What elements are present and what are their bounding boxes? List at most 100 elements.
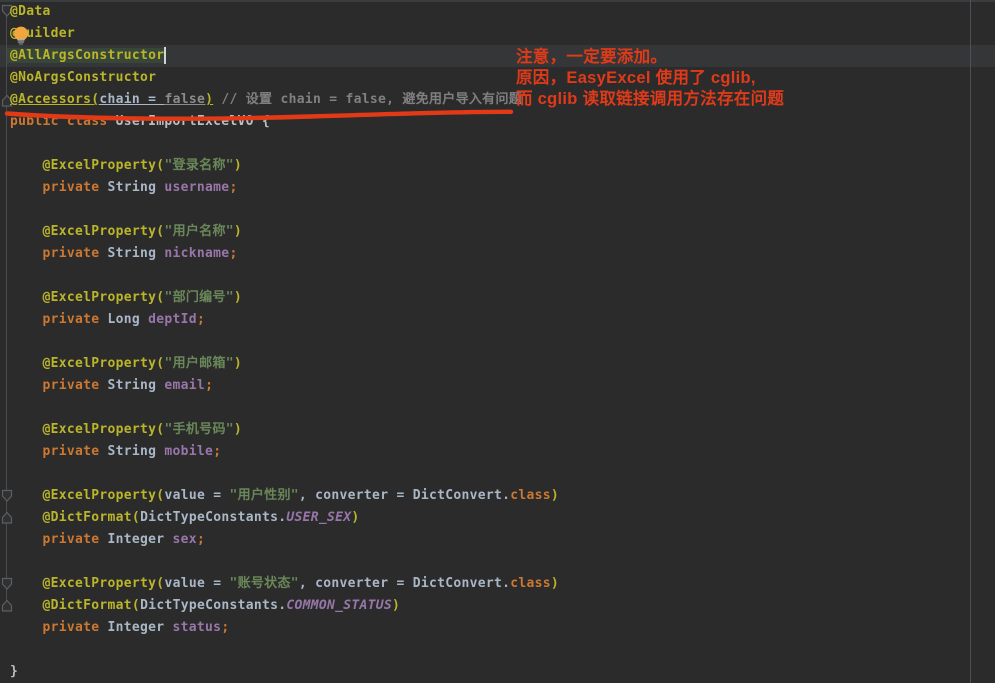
code-line[interactable] [10,331,995,353]
code-token: @NoArgsConstructor [10,70,156,85]
code-token: private [10,532,108,547]
code-token: "部门编号" [164,290,233,305]
code-token: @ExcelProperty [43,356,157,371]
code-token: UserImportExcelVO { [116,114,270,129]
code-line[interactable] [10,133,995,155]
code-token: , converter = DictConvert. [299,576,510,591]
code-token [10,598,43,613]
code-token: ; [229,246,237,261]
code-line[interactable] [10,551,995,573]
code-token: USER_SEX [286,510,351,525]
code-line[interactable]: private String email; [10,375,995,397]
code-line[interactable] [10,199,995,221]
code-token [10,224,43,239]
code-line[interactable]: private String nickname; [10,243,995,265]
code-line[interactable]: @DictFormat(DictTypeConstants.COMMON_STA… [10,595,995,617]
code-token: // 设置 chain = false, 避免用户导入有问题 [221,92,522,107]
code-token: ) [234,356,242,371]
code-token: @Accessors [10,92,91,107]
code-token: COMMON_STATUS [286,598,392,613]
code-token: class [510,576,551,591]
code-token: @DictFormat [43,598,132,613]
code-line[interactable]: @ExcelProperty("部门编号") [10,287,995,309]
code-token: } [10,664,18,679]
code-editor[interactable]: @Data @Builder@AllArgsConstructor @NoArgsC… [0,0,995,683]
code-lines[interactable]: @Data @Builder@AllArgsConstructor @NoArgsC… [10,1,995,683]
code-token: "登录名称" [164,158,233,173]
code-token: ; [221,620,229,635]
code-token: ; [229,180,237,195]
code-token: @ExcelProperty [43,576,157,591]
code-line[interactable]: @ExcelProperty("用户邮箱") [10,353,995,375]
code-token: mobile [164,444,213,459]
code-token [10,356,43,371]
code-token: ) [551,576,559,591]
code-token: "用户性别" [229,488,298,503]
code-line[interactable]: @AllArgsConstructor [10,45,995,67]
code-token [10,158,43,173]
code-line[interactable]: private String username; [10,177,995,199]
code-token: @ExcelProperty [43,158,157,173]
code-token: ) [234,290,242,305]
code-token: ) [234,158,242,173]
code-token: private [10,180,108,195]
code-token: class [510,488,551,503]
code-token: private [10,378,108,393]
code-token: ) [234,422,242,437]
code-token: String [108,444,165,459]
code-line[interactable]: private String mobile; [10,441,995,463]
code-token: String [108,378,165,393]
code-token [10,488,43,503]
code-token: "手机号码" [164,422,233,437]
code-token: email [164,378,205,393]
annotation-note-line: 注意，一定要添加。 [516,47,784,68]
annotation-note-line: 而 cglib 读取链接调用方法存在问题 [516,89,784,110]
code-token: ) [551,488,559,503]
code-line[interactable]: @Accessors(chain = false) // 设置 chain = … [10,89,995,111]
text-caret [164,47,166,64]
code-line[interactable]: private Integer sex; [10,529,995,551]
code-token: ; [205,378,213,393]
code-token: String [108,180,165,195]
code-line[interactable]: @ExcelProperty(value = "用户性别", converter… [10,485,995,507]
intention-lightbulb-icon[interactable] [13,26,29,49]
code-token: ) [205,92,213,107]
code-token: @ExcelProperty [43,422,157,437]
code-token: String [108,246,165,261]
code-token: sex [173,532,197,547]
code-token: ; [197,532,205,547]
code-line[interactable]: @ExcelProperty("手机号码") [10,419,995,441]
code-token: chain = [99,92,164,107]
code-token: username [164,180,229,195]
editor-gutter[interactable] [0,0,10,683]
code-line[interactable]: @Builder [10,23,995,45]
code-token: DictTypeConstants. [140,510,286,525]
code-line[interactable]: @ExcelProperty(value = "账号状态", converter… [10,573,995,595]
code-token: @Data [10,4,51,19]
code-token: , converter = DictConvert. [299,488,510,503]
code-line[interactable]: } [10,661,995,683]
code-line[interactable] [10,397,995,419]
code-line[interactable]: @ExcelProperty("登录名称") [10,155,995,177]
code-token: ) [234,224,242,239]
code-line[interactable] [10,265,995,287]
code-token: nickname [164,246,229,261]
code-line[interactable]: @DictFormat(DictTypeConstants.USER_SEX) [10,507,995,529]
code-line[interactable] [10,463,995,485]
code-line[interactable]: @ExcelProperty("用户名称") [10,221,995,243]
code-line[interactable]: public class UserImportExcelVO { [10,111,995,133]
code-token: ( [132,598,140,613]
code-line[interactable]: @NoArgsConstructor [10,67,995,89]
code-line[interactable] [10,639,995,661]
code-token: ; [213,444,221,459]
annotation-note-line: 原因，EasyExcel 使用了 cglib, [516,68,784,89]
code-token: ) [351,510,359,525]
code-token: private [10,246,108,261]
code-token: value = [164,488,229,503]
code-token: "用户名称" [164,224,233,239]
code-line[interactable]: private Long deptId; [10,309,995,331]
code-token: @DictFormat [43,510,132,525]
code-line[interactable]: private Integer status; [10,617,995,639]
code-line[interactable]: @Data [10,1,995,23]
code-token [10,510,43,525]
